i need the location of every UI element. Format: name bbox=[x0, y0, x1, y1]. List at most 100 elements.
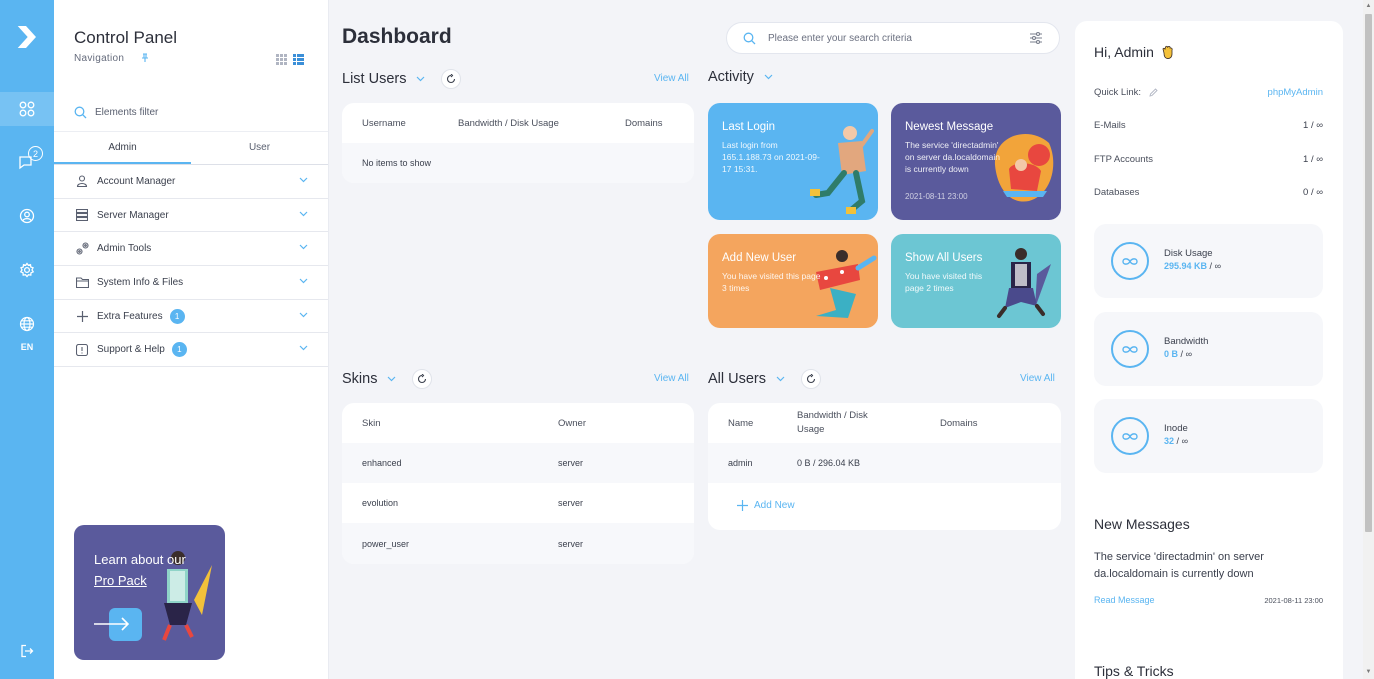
refresh-button[interactable] bbox=[441, 69, 462, 89]
promo-text: Learn about our Pro Pack bbox=[94, 549, 186, 591]
pro-pack-promo[interactable]: Learn about our Pro Pack bbox=[74, 525, 225, 660]
user-name: admin bbox=[728, 458, 753, 468]
view-all-link[interactable]: View All bbox=[654, 73, 689, 84]
nav-item-label: Support & Help bbox=[97, 344, 165, 356]
promo-link[interactable]: Pro Pack bbox=[94, 570, 186, 591]
all-users-header: All Users bbox=[708, 369, 822, 389]
nav-item-account-manager[interactable]: Account Manager bbox=[54, 165, 328, 199]
chevron-down-icon bbox=[299, 278, 308, 284]
account-icon[interactable] bbox=[0, 199, 54, 233]
refresh-button[interactable] bbox=[412, 369, 433, 389]
nav-item-label: System Info & Files bbox=[97, 276, 184, 288]
skin-owner: server bbox=[558, 538, 584, 549]
refresh-icon bbox=[807, 374, 816, 384]
tile-date: 2021-08-11 23:00 bbox=[905, 192, 968, 201]
quick-link-label: Quick Link: bbox=[1094, 87, 1141, 98]
stat-used: 295.94 KB bbox=[1164, 261, 1208, 271]
tile-newest-message[interactable]: Newest Message The service 'directadmin'… bbox=[891, 103, 1061, 220]
promo-illustration bbox=[162, 551, 212, 641]
skins-header: Skins bbox=[342, 369, 433, 389]
language-label[interactable]: EN bbox=[0, 342, 54, 352]
new-messages-title: New Messages bbox=[1094, 516, 1190, 532]
row-label: FTP Accounts bbox=[1094, 154, 1153, 165]
search-bar[interactable] bbox=[726, 22, 1060, 54]
navigation-panel: Control Panel Navigation Elements filter… bbox=[54, 0, 329, 679]
column-header[interactable]: Name bbox=[728, 418, 753, 429]
tab-admin[interactable]: Admin bbox=[54, 132, 191, 164]
page-title: Dashboard bbox=[342, 25, 452, 48]
skin-name: power_user bbox=[362, 538, 410, 549]
list-view-icon[interactable] bbox=[293, 54, 304, 65]
nav-item-extra-features[interactable]: Extra Features 1 bbox=[54, 300, 328, 334]
table-row[interactable]: evolution server bbox=[342, 483, 694, 523]
section-title: List Users bbox=[342, 71, 407, 87]
add-new-button[interactable]: Add New bbox=[737, 500, 795, 511]
tile-add-new-user[interactable]: Add New User You have visited this page … bbox=[708, 234, 878, 328]
table-row[interactable]: power_user server bbox=[342, 523, 694, 564]
pin-icon[interactable] bbox=[140, 53, 150, 63]
filter-options-icon[interactable] bbox=[1029, 31, 1043, 45]
search-icon bbox=[743, 32, 756, 44]
scroll-down-icon[interactable]: ▼ bbox=[1365, 668, 1372, 676]
dashboard-icon[interactable] bbox=[0, 92, 54, 126]
message-date: 2021-08-11 23:00 bbox=[1264, 596, 1323, 605]
grid-view-icon[interactable] bbox=[276, 54, 287, 65]
scroll-up-icon[interactable]: ▲ bbox=[1365, 2, 1372, 10]
logo-icon[interactable] bbox=[12, 22, 42, 52]
role-tabs: Admin User bbox=[54, 131, 328, 165]
read-message-link[interactable]: Read Message bbox=[1094, 595, 1155, 605]
globe-icon[interactable] bbox=[0, 307, 54, 341]
page-scrollbar[interactable]: ▲ ▼ bbox=[1363, 0, 1374, 679]
user-usage: 0 B / 296.04 KB bbox=[797, 458, 861, 468]
nav-item-admin-tools[interactable]: Admin Tools bbox=[54, 232, 328, 267]
list-users-header: List Users bbox=[342, 69, 462, 89]
column-header[interactable]: Owner bbox=[558, 418, 586, 429]
tab-user[interactable]: User bbox=[191, 132, 328, 164]
tile-last-login[interactable]: Last Login Last login from 165.1.188.73 … bbox=[708, 103, 878, 220]
scrollbar-thumb[interactable] bbox=[1365, 14, 1372, 532]
messages-icon[interactable] bbox=[0, 145, 54, 179]
column-header[interactable]: Bandwidth / Disk Usage bbox=[458, 118, 559, 129]
stat-limit: ∞ bbox=[1181, 436, 1188, 446]
elements-filter[interactable]: Elements filter bbox=[74, 106, 158, 119]
nav-item-support-help[interactable]: Support & Help 1 bbox=[54, 333, 328, 368]
tile-desc: The service 'directadmin' on server da.l… bbox=[905, 140, 1000, 174]
quick-link-value[interactable]: phpMyAdmin bbox=[1268, 87, 1323, 98]
search-input[interactable] bbox=[768, 32, 1018, 44]
chevron-down-icon bbox=[299, 244, 308, 250]
skin-owner: server bbox=[558, 498, 584, 508]
logout-icon[interactable] bbox=[0, 634, 54, 668]
tips-title: Tips & Tricks bbox=[1094, 663, 1174, 679]
chevron-down-icon[interactable] bbox=[416, 76, 425, 82]
tile-show-all-users[interactable]: Show All Users You have visited this pag… bbox=[891, 234, 1061, 328]
chevron-down-icon[interactable] bbox=[776, 376, 785, 382]
emails-row: E-Mails 1 / ∞ bbox=[1094, 120, 1323, 131]
table-row[interactable]: admin 0 B / 296.04 KB bbox=[708, 443, 1061, 483]
waving-hand-icon bbox=[1162, 45, 1173, 59]
column-header[interactable]: Bandwidth / Disk Usage bbox=[797, 409, 897, 437]
edit-icon[interactable] bbox=[1149, 88, 1158, 97]
section-title: Skins bbox=[342, 371, 378, 387]
nav-item-system-info[interactable]: System Info & Files bbox=[54, 266, 328, 300]
stat-label: Disk Usage bbox=[1164, 248, 1213, 259]
column-header[interactable]: Domains bbox=[940, 418, 978, 429]
infinity-icon bbox=[1111, 242, 1149, 280]
add-new-label: Add New bbox=[754, 500, 795, 511]
skins-table: Skin Owner enhanced server evolution ser… bbox=[342, 403, 694, 564]
stat-label: Inode bbox=[1164, 423, 1188, 434]
column-header[interactable]: Domains bbox=[625, 118, 663, 129]
settings-icon[interactable] bbox=[0, 253, 54, 287]
column-header[interactable]: Skin bbox=[362, 418, 380, 429]
databases-row: Databases 0 / ∞ bbox=[1094, 187, 1323, 198]
chevron-down-icon[interactable] bbox=[387, 376, 396, 382]
view-all-link[interactable]: View All bbox=[654, 373, 689, 384]
server-icon bbox=[75, 208, 89, 222]
nav-item-server-manager[interactable]: Server Manager bbox=[54, 199, 328, 233]
refresh-button[interactable] bbox=[801, 369, 822, 389]
table-row[interactable]: enhanced server bbox=[342, 443, 694, 483]
chevron-down-icon[interactable] bbox=[764, 74, 773, 80]
row-value: 1 / ∞ bbox=[1303, 154, 1323, 165]
row-label: Databases bbox=[1094, 187, 1140, 198]
view-all-link[interactable]: View All bbox=[1020, 373, 1055, 384]
column-header[interactable]: Username bbox=[362, 118, 406, 129]
